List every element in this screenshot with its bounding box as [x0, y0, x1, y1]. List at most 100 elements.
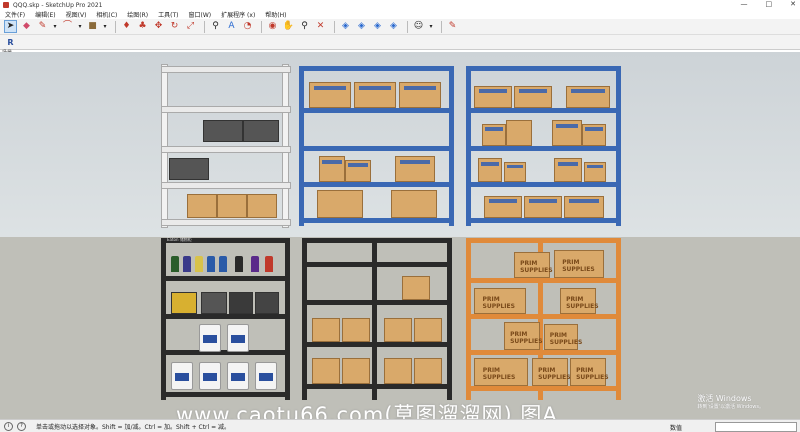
move-icon[interactable]: ✥ — [152, 20, 165, 33]
oil-bottle — [235, 256, 243, 272]
product-pack — [171, 292, 197, 314]
menu-view[interactable]: 视图(V) — [61, 10, 92, 19]
toolbar-divider — [261, 20, 262, 33]
shelf-beam — [299, 108, 454, 113]
shelf-beam — [466, 238, 621, 243]
menu-edit[interactable]: 编辑(E) — [30, 10, 60, 19]
cardboard-box — [506, 120, 532, 146]
shelf-beam — [302, 300, 452, 305]
arc-icon[interactable]: ⌒ — [61, 20, 74, 33]
tape-measure-icon[interactable]: ⚲ — [209, 20, 222, 33]
cardboard-box — [312, 318, 340, 342]
pencil-icon[interactable]: ✎ — [36, 20, 49, 33]
paint-dropdown-icon[interactable]: ▾ — [102, 20, 108, 33]
follow-me-icon[interactable]: ♣ — [136, 20, 149, 33]
model-viewport[interactable]: Eaton 储物柜 PRIM SUPPLIES PRIM SUPPLIES PR… — [0, 52, 800, 419]
shelf-beam — [161, 392, 290, 397]
cardboard-box — [395, 156, 435, 182]
menu-extensions[interactable]: 扩展程序 (x) — [216, 10, 260, 19]
paint-bucket — [255, 362, 277, 390]
share-model-icon[interactable]: ◈ — [371, 20, 384, 33]
account-dropdown-icon[interactable]: ▾ — [428, 20, 434, 33]
cardboard-box — [414, 318, 442, 342]
cardboard-box — [484, 196, 522, 218]
toolbar-divider — [441, 20, 442, 33]
menu-file[interactable]: 文件(F) — [0, 10, 30, 19]
zoom-icon[interactable]: ⚲ — [298, 20, 311, 33]
cardboard-box — [414, 358, 442, 384]
arc-dropdown-icon[interactable]: ▾ — [77, 20, 83, 33]
shelf-post — [466, 238, 471, 400]
cardboard-box — [524, 196, 562, 218]
account-icon[interactable]: ☺ — [412, 20, 425, 33]
orange-shelf[interactable]: PRIM SUPPLIES PRIM SUPPLIES PRIM SUPPLIE… — [466, 238, 621, 400]
close-button[interactable]: ✕ — [790, 0, 796, 8]
cardboard-box: PRIM SUPPLIES — [544, 324, 582, 350]
select-icon[interactable]: ➤ — [4, 20, 17, 33]
menu-camera[interactable]: 相机(C) — [91, 10, 122, 19]
white-shelf[interactable] — [161, 64, 291, 228]
title-bar: QQQ.skp - SketchUp Pro 2021 — □ ✕ — [0, 0, 800, 10]
cardboard-box — [247, 194, 277, 218]
status-hint: 单击或拖动以选择对象。Shift = 加/减。Ctrl = 加。Shift + … — [36, 423, 231, 431]
push-pull-icon[interactable]: ♦ — [120, 20, 133, 33]
black-shelf-products[interactable]: Eaton 储物柜 — [161, 237, 290, 400]
menu-window[interactable]: 窗口(W) — [184, 10, 217, 19]
pencil-dropdown-icon[interactable]: ▾ — [52, 20, 58, 33]
paint-bucket-icon[interactable]: ■ — [86, 20, 99, 33]
protractor-icon[interactable]: ◔ — [241, 20, 254, 33]
shelf-post — [616, 238, 621, 400]
window-title: QQQ.skp - SketchUp Pro 2021 — [13, 1, 103, 9]
cardboard-box — [342, 358, 370, 384]
cardboard-box — [319, 156, 345, 182]
shelf-beam — [299, 218, 454, 223]
shelf-sign: Eaton 储物柜 — [167, 237, 192, 242]
oil-bottle — [219, 256, 227, 272]
edit-note-icon[interactable]: ✎ — [446, 20, 459, 33]
help-icon[interactable]: ? — [17, 421, 26, 431]
blue-shelf-full[interactable] — [466, 66, 621, 226]
cardboard-box — [384, 318, 412, 342]
orbit-icon[interactable]: ◉ — [266, 20, 279, 33]
shelf-beam — [466, 278, 621, 283]
blue-shelf[interactable] — [299, 66, 454, 226]
menu-help[interactable]: 帮助(H) — [260, 10, 291, 19]
paint-bucket — [227, 324, 249, 352]
ruby-console-icon[interactable]: R — [4, 36, 17, 49]
zoom-extents-icon[interactable]: ✕ — [314, 20, 327, 33]
rotate-icon[interactable]: ↻ — [168, 20, 181, 33]
shelf-post — [161, 238, 166, 400]
oil-bottle — [207, 256, 215, 272]
product-pack — [255, 292, 279, 314]
cardboard-box — [584, 162, 606, 182]
eraser-icon[interactable]: ◆ — [20, 20, 33, 33]
menu-tools[interactable]: 工具(T) — [153, 10, 183, 19]
measurements-input[interactable] — [715, 422, 797, 432]
oil-bottle — [195, 256, 203, 272]
oil-bottle — [183, 256, 191, 272]
warehouse-icon[interactable]: ◈ — [339, 20, 352, 33]
cardboard-box — [354, 82, 396, 108]
scale-icon[interactable]: ⤢ — [184, 20, 197, 33]
menu-draw[interactable]: 绘图(R) — [122, 10, 153, 19]
main-toolbar: ➤ ◆ ✎ ▾ ⌒ ▾ ■ ▾ ♦ ♣ ✥ ↻ ⤢ ⚲ A ◔ ◉ ✋ ⚲ ✕ … — [0, 19, 800, 35]
extension-warehouse-icon[interactable]: ◈ — [355, 20, 368, 33]
cardboard-box — [384, 358, 412, 384]
cardboard-box: PRIM SUPPLIES — [532, 358, 571, 386]
cardboard-box — [564, 196, 604, 218]
cardboard-box: PRIM SUPPLIES — [570, 358, 609, 386]
cardboard-box — [217, 194, 247, 218]
black-shelf-boxes[interactable] — [302, 238, 452, 400]
activate-windows-notice: 激活 Windows 转到'设置'以激活 Windows。 — [697, 394, 764, 412]
product-pack — [229, 292, 253, 314]
info-icon[interactable]: i — [4, 421, 13, 431]
shelf-beam — [466, 108, 621, 113]
cardboard-box — [566, 86, 610, 108]
layout-icon[interactable]: ◈ — [387, 20, 400, 33]
sketchup-logo-icon — [3, 2, 9, 8]
paint-bucket — [199, 362, 221, 390]
pan-icon[interactable]: ✋ — [282, 20, 295, 33]
minimize-button[interactable]: — — [741, 0, 748, 8]
dimension-icon[interactable]: A — [225, 20, 238, 33]
maximize-button[interactable]: □ — [766, 0, 773, 8]
